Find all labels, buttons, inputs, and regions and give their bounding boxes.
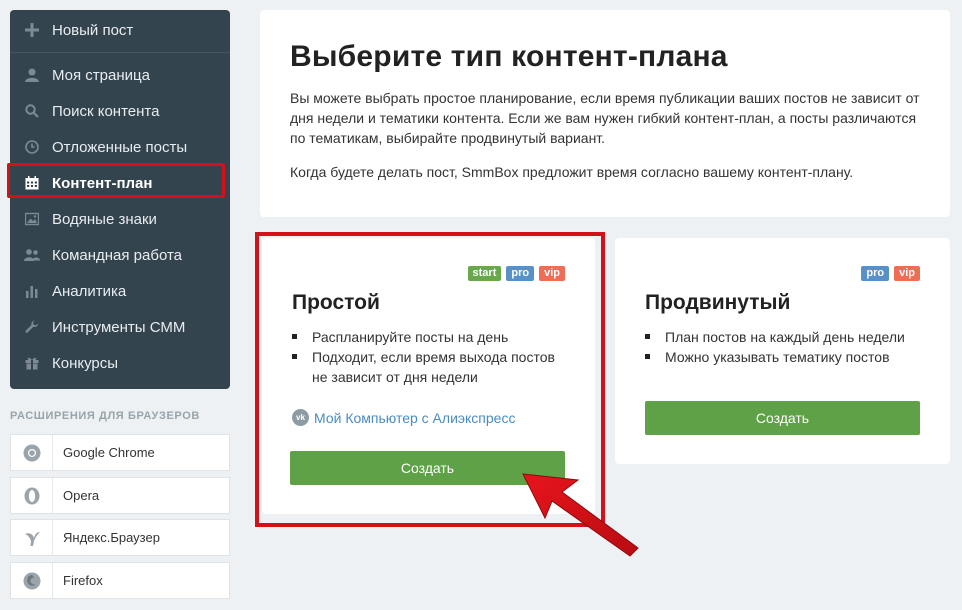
plan-card-simple: start pro vip Простой Распланируйте пост…: [262, 238, 595, 514]
plan-feature: План постов на каждый день недели: [645, 327, 920, 347]
yandex-browser-icon: [11, 520, 53, 555]
extension-yandex-browser[interactable]: Яндекс.Браузер: [10, 519, 230, 556]
extension-google-chrome[interactable]: Google Chrome: [10, 434, 230, 471]
create-advanced-plan-button[interactable]: Создать: [645, 401, 920, 435]
plan-feature: Можно указывать тематику постов: [645, 347, 920, 367]
sidebar-item-label: Новый пост: [52, 21, 134, 39]
opera-icon: [11, 478, 53, 513]
wrench-icon: [24, 319, 40, 335]
sidebar-item-label: Инструменты СММ: [52, 318, 186, 336]
badge-vip: vip: [539, 266, 565, 281]
sidebar-item-label: Водяные знаки: [52, 210, 157, 228]
users-icon: [24, 247, 40, 263]
intro-description: Вы можете выбрать простое планирование, …: [290, 90, 920, 146]
sidebar-item-label: Моя страница: [52, 66, 150, 84]
sidebar-item-team-work[interactable]: Командная работа: [10, 237, 230, 273]
plan-card-advanced: pro vip Продвинутый План постов на кажды…: [615, 238, 950, 464]
plan-badges: start pro vip: [292, 266, 565, 281]
sidebar-divider: [10, 52, 230, 53]
sidebar-item-contests[interactable]: Конкурсы: [10, 345, 230, 381]
sidebar-item-watermarks[interactable]: Водяные знаки: [10, 201, 230, 237]
plan-title: Простой: [292, 291, 380, 314]
image-icon: [24, 211, 40, 227]
intro-note: Когда будете делать пост, SmmBox предлож…: [290, 164, 854, 180]
badge-pro: pro: [506, 266, 535, 281]
account-link[interactable]: vk Мой Компьютер с Алиэкспресс: [292, 409, 565, 426]
search-icon: [24, 103, 40, 119]
badge-start: start: [467, 266, 502, 281]
extension-label: Яндекс.Браузер: [63, 530, 160, 545]
sidebar-item-label: Конкурсы: [52, 354, 119, 372]
extensions-title: РАСШИРЕНИЯ ДЛЯ БРАУЗЕРОВ: [10, 410, 200, 422]
plan-feature: Подходит, если время выхода постов не за…: [292, 347, 565, 387]
sidebar-item-label: Аналитика: [52, 282, 127, 300]
sidebar-item-new-post[interactable]: Новый пост: [10, 12, 230, 48]
intro-card: Выберите тип контент-плана Вы можете выб…: [260, 10, 950, 217]
create-simple-plan-button[interactable]: Создать: [290, 451, 565, 485]
gift-icon: [24, 355, 40, 371]
sidebar-item-scheduled-posts[interactable]: Отложенные посты: [10, 129, 230, 165]
sidebar-item-label: Контент-план: [52, 174, 153, 192]
sidebar-item-content-plan[interactable]: Контент-план: [10, 165, 230, 201]
extension-label: Google Chrome: [63, 445, 155, 460]
extension-label: Opera: [63, 488, 100, 503]
vk-icon: vk: [292, 409, 309, 426]
sidebar-item-content-search[interactable]: Поиск контента: [10, 93, 230, 129]
calendar-icon: [24, 175, 40, 191]
clock-icon: [24, 139, 40, 155]
sidebar-item-label: Командная работа: [52, 246, 183, 264]
sidebar-item-analytics[interactable]: Аналитика: [10, 273, 230, 309]
plus-icon: [24, 22, 40, 38]
firefox-icon: [11, 563, 53, 598]
chrome-icon: [11, 435, 53, 470]
plan-feature: Распланируйте посты на день: [292, 327, 565, 347]
bar-chart-icon: [24, 283, 40, 299]
plan-features: План постов на каждый день недели Можно …: [645, 327, 920, 367]
user-icon: [24, 67, 40, 83]
sidebar-item-smm-tools[interactable]: Инструменты СММ: [10, 309, 230, 345]
extension-opera[interactable]: Opera: [10, 477, 230, 514]
plan-title: Продвинутый: [645, 291, 791, 314]
page-title: Выберите тип контент-плана: [290, 40, 728, 73]
badge-vip: vip: [894, 266, 920, 281]
sidebar-item-label: Поиск контента: [52, 102, 160, 120]
sidebar-item-label: Отложенные посты: [52, 138, 188, 156]
extension-firefox[interactable]: Firefox: [10, 562, 230, 599]
account-label: Мой Компьютер с Алиэкспресс: [314, 409, 516, 426]
extension-label: Firefox: [63, 573, 103, 588]
sidebar-nav: Новый пост Моя страница Поиск контента О…: [10, 10, 230, 389]
plan-features: Распланируйте посты на день Подходит, ес…: [292, 327, 565, 387]
badge-pro: pro: [861, 266, 890, 281]
sidebar-item-my-page[interactable]: Моя страница: [10, 57, 230, 93]
plan-badges: pro vip: [645, 266, 920, 281]
